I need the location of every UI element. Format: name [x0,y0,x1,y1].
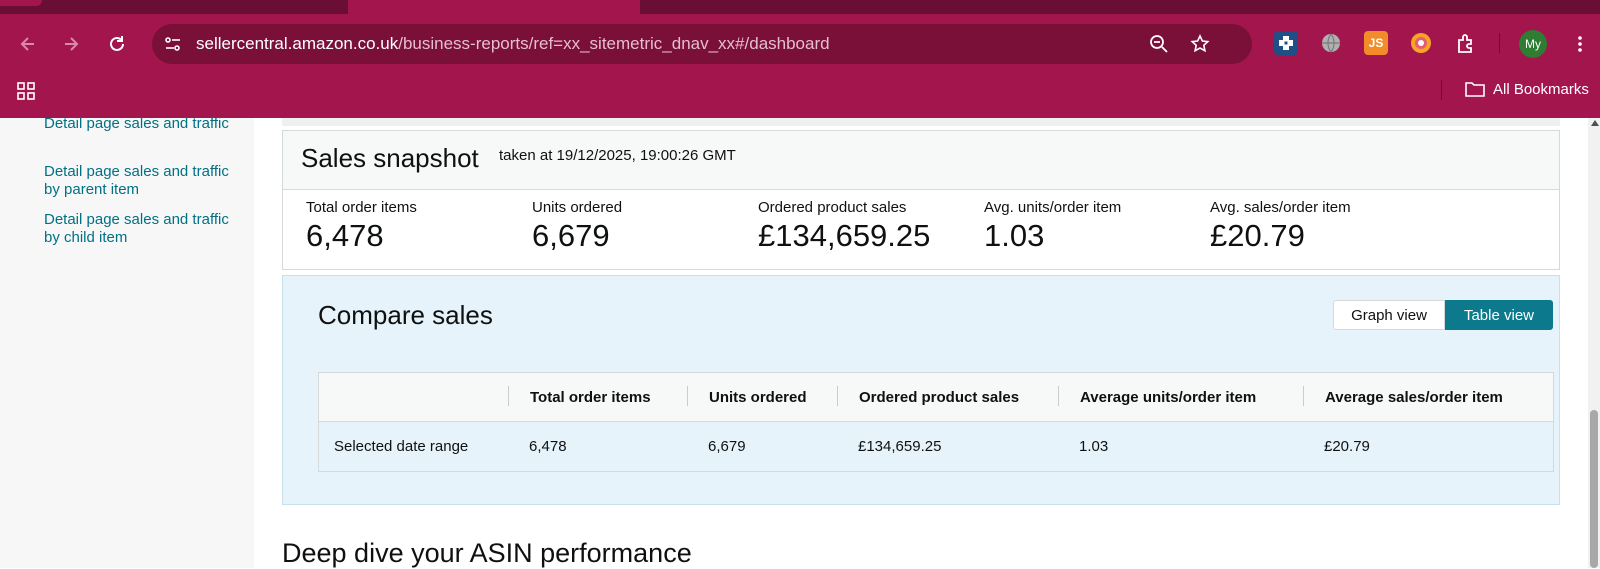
metric-avg-sales-per-order-item: Avg. sales/order item £20.79 [1210,199,1351,254]
puzzle-extension-icon[interactable] [1274,31,1298,55]
metric-units-ordered: Units ordered 6,679 [532,199,622,254]
table-cell: 1.03 [1079,438,1109,455]
column-header-units-ordered[interactable]: Units ordered [709,389,807,406]
column-header-average-sales[interactable]: Average sales/order item [1325,389,1503,406]
metric-total-order-items: Total order items 6,478 [306,199,417,254]
compare-sales-panel: Compare sales Graph view Table view Tota… [282,275,1560,505]
column-separator [837,386,838,406]
url-text[interactable]: sellercentral.amazon.co.uk/business-repo… [196,34,830,54]
metric-value: 6,478 [306,218,384,253]
metric-value: £20.79 [1210,218,1305,253]
address-bar[interactable]: sellercentral.amazon.co.uk/business-repo… [152,24,1252,64]
table-header-row: Total order items Units ordered Ordered … [319,373,1553,422]
metric-avg-units-per-order-item: Avg. units/order item 1.03 [984,199,1121,254]
snapshot-timestamp: taken at 19/12/2025, 19:00:26 GMT [499,147,736,164]
bookmark-star-icon[interactable] [1189,33,1211,55]
scrollbar-thumb[interactable] [1590,410,1598,568]
column-header-average-units[interactable]: Average units/order item [1080,389,1256,406]
table-cell: £134,659.25 [858,438,942,455]
sidebar-item-detail-sales-traffic-parent[interactable]: Detail page sales and traffic by parent … [44,163,234,199]
graph-view-button[interactable]: Graph view [1333,300,1445,330]
section-top-strip [282,118,1560,126]
chrome-color-icon[interactable] [1409,31,1433,55]
page-content: Detail page sales and traffic Detail pag… [0,115,1600,568]
site-settings-icon[interactable] [162,33,184,55]
table-cell: 6,478 [529,438,567,455]
column-header-total-order-items[interactable]: Total order items [530,389,651,406]
back-icon[interactable] [14,30,42,58]
apps-grid-icon[interactable] [12,77,40,105]
column-separator [687,386,688,406]
all-bookmarks-label: All Bookmarks [1493,80,1589,98]
compare-sales-table: Total order items Units ordered Ordered … [318,372,1554,472]
url-path: /business-reports/ref=xx_sitemetric_dnav… [398,34,830,53]
metric-label: Avg. units/order item [984,199,1122,216]
snapshot-header: Sales snapshot taken at 19/12/2025, 19:0… [283,131,1559,190]
sidebar-item-detail-sales-traffic-child[interactable]: Detail page sales and traffic by child i… [44,211,234,247]
bookmarks-bar [0,74,1600,118]
js-icon[interactable]: JS [1364,31,1388,55]
metric-label: Avg. sales/order item [1210,199,1351,216]
metric-value: £134,659.25 [758,218,931,253]
zoom-icon[interactable] [1148,33,1170,55]
reload-icon[interactable] [103,30,131,58]
table-cell: 6,679 [708,438,746,455]
column-separator [1058,386,1059,406]
toolbar-separator [1499,33,1500,53]
column-separator [508,386,509,406]
table-cell: £20.79 [1324,438,1370,455]
table-view-button[interactable]: Table view [1445,300,1553,330]
sidebar-item-detail-sales-traffic[interactable]: Detail page sales and traffic [44,115,234,133]
column-separator [1303,386,1304,406]
profile-avatar[interactable]: My [1519,30,1547,58]
folder-icon [1465,80,1485,98]
url-host: sellercentral.amazon.co.uk [196,34,399,53]
forward-icon[interactable] [57,30,85,58]
scroll-up-arrow-icon[interactable] [1591,120,1599,126]
column-header-ordered-product-sales[interactable]: Ordered product sales [859,389,1019,406]
compare-sales-title: Compare sales [318,300,493,330]
deep-dive-heading: Deep dive your ASIN performance [282,538,692,568]
metric-value: 1.03 [984,218,1045,253]
metric-label: Total order items [306,199,417,216]
sales-snapshot-panel: Sales snapshot taken at 19/12/2025, 19:0… [282,130,1560,270]
table-row: Selected date range 6,478 6,679 £134,659… [319,422,1553,471]
metric-ordered-product-sales: Ordered product sales £134,659.25 [758,199,930,254]
globe-icon[interactable] [1319,31,1343,55]
metric-label: Units ordered [532,199,623,216]
extensions-icon[interactable] [1454,31,1478,55]
browser-menu-icon[interactable] [1566,30,1594,58]
snapshot-title: Sales snapshot [301,143,479,173]
all-bookmarks-button[interactable]: All Bookmarks [1465,80,1589,98]
active-tab[interactable] [348,0,640,14]
tab-strip [0,0,1600,14]
row-label: Selected date range [334,438,469,455]
bookmarks-separator [1441,80,1442,100]
metric-label: Ordered product sales [758,199,907,216]
report-sidebar: Detail page sales and traffic Detail pag… [0,115,254,568]
metric-value: 6,679 [532,218,610,253]
previous-tab[interactable] [0,0,42,6]
